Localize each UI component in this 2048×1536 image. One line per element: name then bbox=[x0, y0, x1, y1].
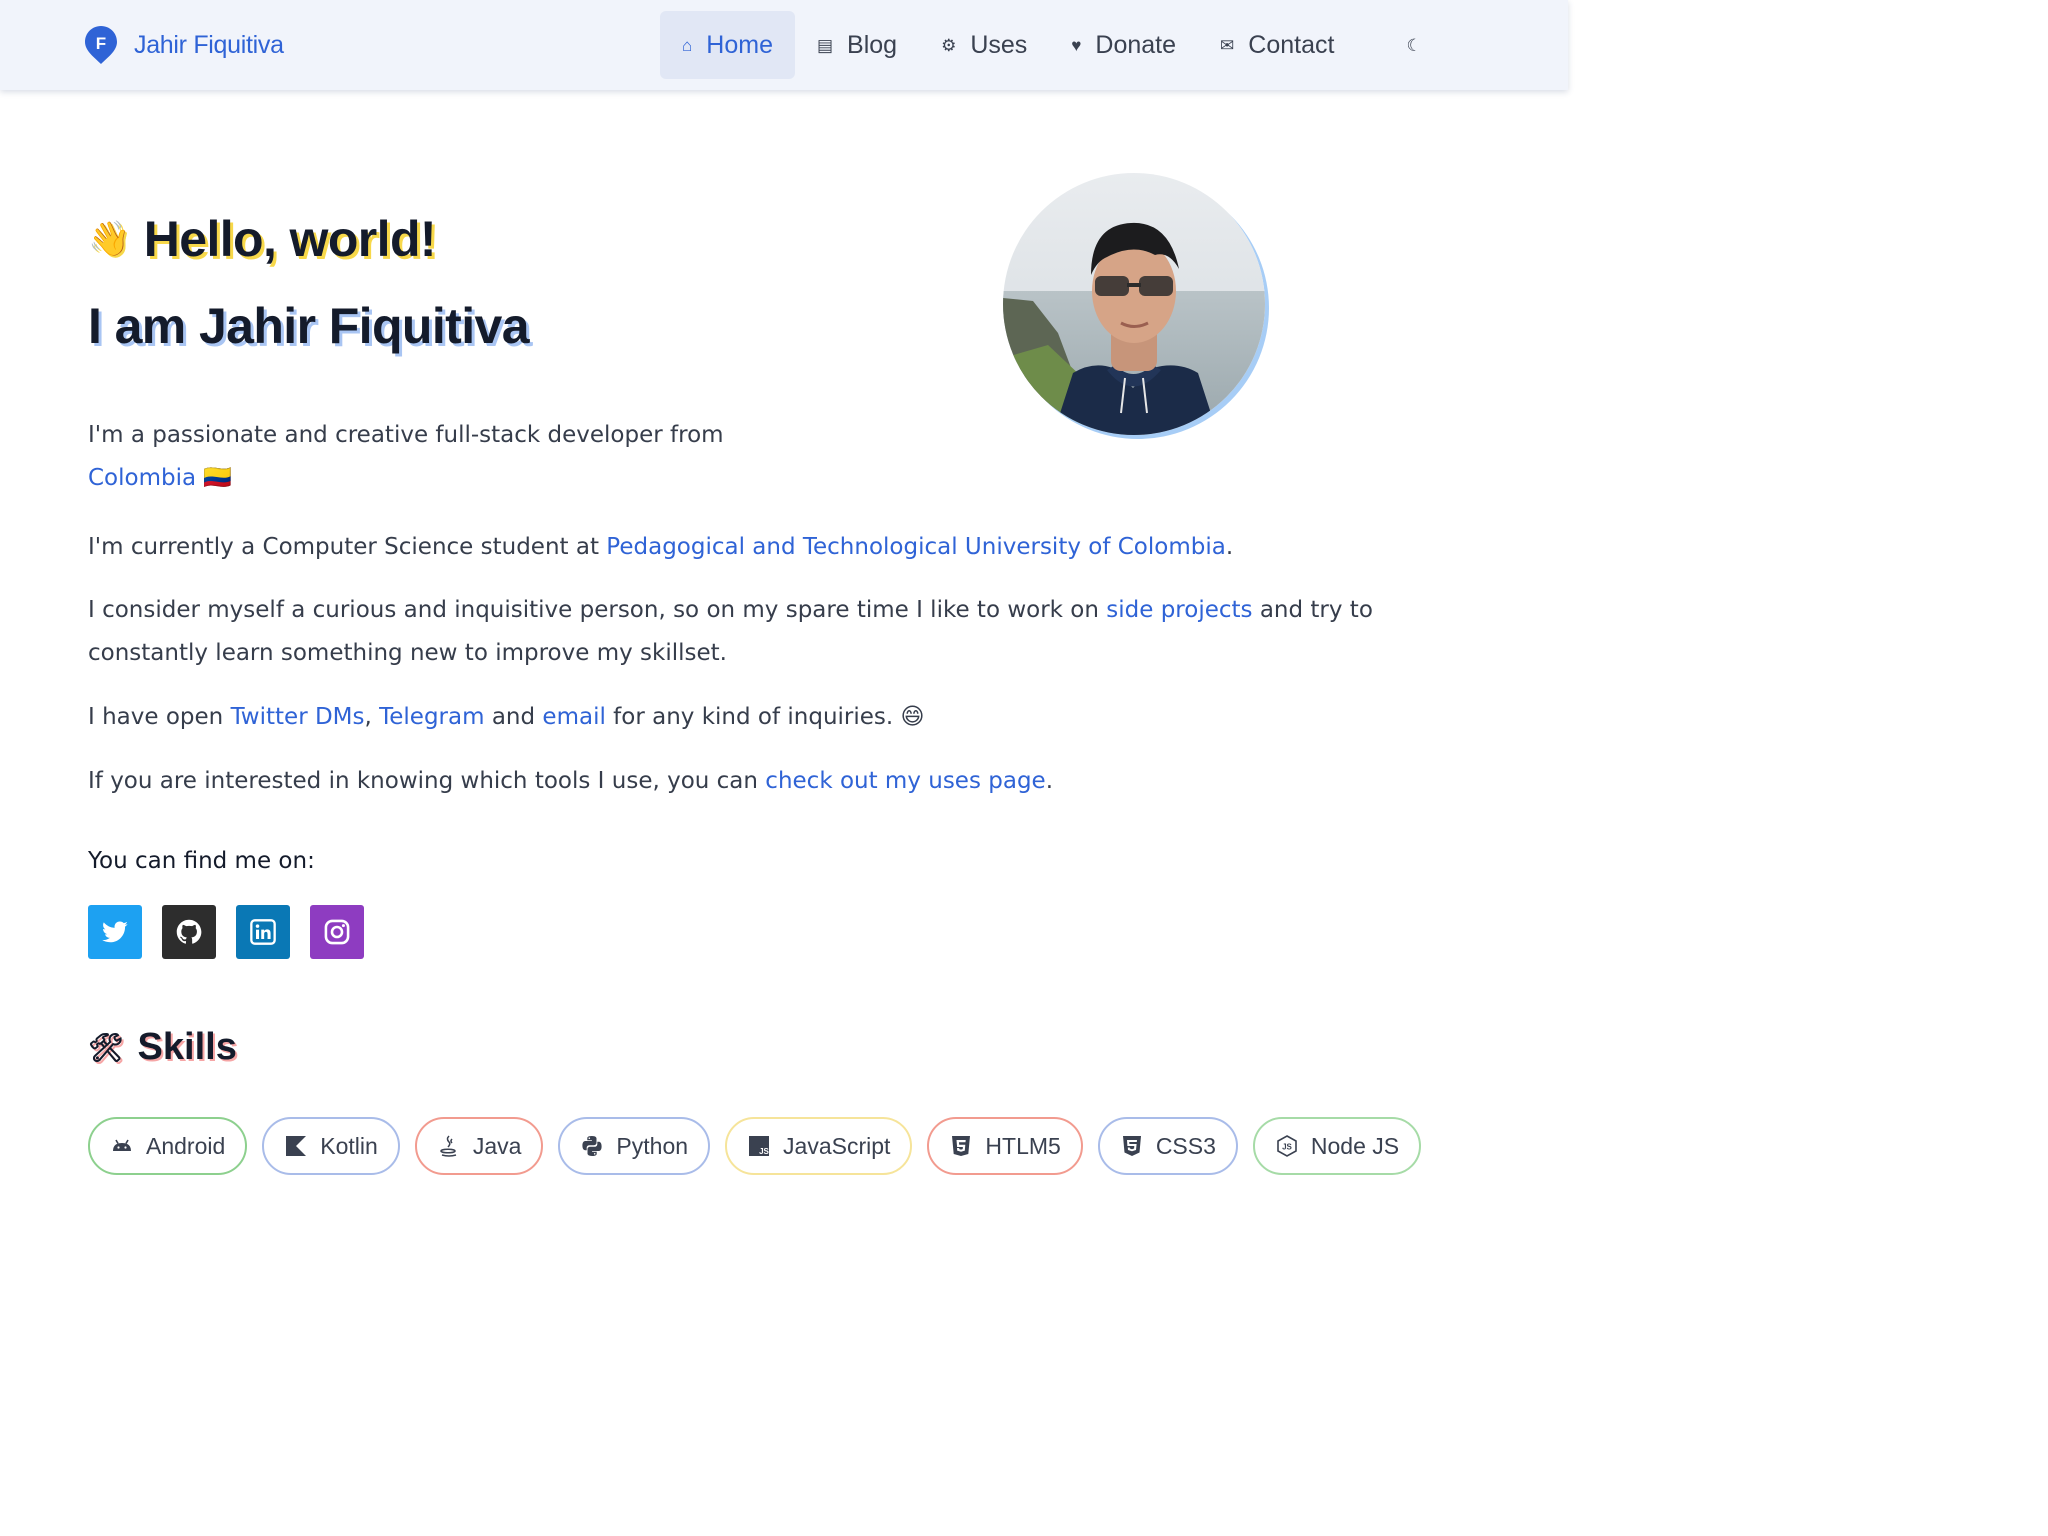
uses-page-link[interactable]: check out my uses page bbox=[765, 768, 1045, 794]
theme-toggle-icon: ☾ bbox=[1406, 35, 1422, 55]
skill-chip-python: Python bbox=[558, 1117, 711, 1175]
nav-label: Blog bbox=[847, 30, 898, 59]
nav-label: Uses bbox=[970, 30, 1028, 59]
university-link[interactable]: Pedagogical and Technological University… bbox=[606, 534, 1226, 560]
skill-chip-nodejs: JS Node JS bbox=[1252, 1117, 1422, 1175]
skill-label: Kotlin bbox=[320, 1132, 378, 1159]
nav-uses[interactable]: ⚙ Uses bbox=[919, 11, 1049, 79]
skills-title: 🛠 Skills bbox=[88, 1026, 237, 1069]
tools-emoji-icon: 🛠 bbox=[88, 1032, 124, 1063]
document-icon: ▤ bbox=[816, 35, 834, 55]
telegram-link[interactable]: Telegram bbox=[379, 704, 484, 730]
skill-chip-kotlin: Kotlin bbox=[262, 1117, 400, 1175]
about-contact-text-b: for any kind of inquiries. bbox=[605, 704, 901, 730]
svg-text:JS: JS bbox=[1282, 1143, 1292, 1152]
avatar bbox=[1003, 173, 1265, 435]
about-contact-and: and bbox=[484, 704, 543, 730]
linkedin-icon bbox=[250, 919, 276, 945]
about-curious: I consider myself a curious and inquisit… bbox=[88, 589, 1408, 675]
nav-contact[interactable]: ✉ Contact bbox=[1198, 11, 1356, 79]
about-study-end: . bbox=[1225, 534, 1234, 560]
email-link[interactable]: email bbox=[542, 704, 605, 730]
skill-chip-css3: CSS3 bbox=[1097, 1117, 1238, 1175]
linkedin-button[interactable] bbox=[236, 905, 290, 959]
android-icon bbox=[113, 1139, 131, 1151]
profile-photo bbox=[1003, 173, 1265, 435]
skills-title-text: Skills bbox=[137, 1026, 237, 1068]
site-header: F Jahir Fiquitiva ⌂ Home ▤ Blog ⚙ Uses ♥… bbox=[0, 0, 1568, 90]
about-contact: I have open Twitter DMs, Telegram and em… bbox=[88, 696, 1388, 739]
about-uses-text: If you are interested in knowing which t… bbox=[88, 768, 766, 794]
about-study: I'm currently a Computer Science student… bbox=[88, 526, 1388, 569]
instagram-icon bbox=[324, 919, 350, 945]
tools-icon: ⚙ bbox=[941, 35, 957, 55]
home-icon: ⌂ bbox=[682, 35, 693, 55]
hero-title-text: Hello, world! bbox=[143, 211, 437, 267]
python-icon bbox=[582, 1136, 603, 1156]
twitter-dms-link[interactable]: Twitter DMs bbox=[231, 704, 365, 730]
java-icon bbox=[440, 1135, 457, 1157]
wave-icon: 👋 bbox=[88, 220, 130, 258]
github-icon bbox=[176, 919, 202, 944]
heart-icon: ♥ bbox=[1071, 35, 1082, 55]
nav-donate[interactable]: ♥ Donate bbox=[1049, 11, 1198, 79]
about-uses: If you are interested in knowing which t… bbox=[88, 760, 1388, 803]
about-study-text: I'm currently a Computer Science student… bbox=[88, 534, 607, 560]
skill-label: Node JS bbox=[1310, 1132, 1400, 1159]
about-origin: I'm a passionate and creative full-stack… bbox=[88, 414, 768, 500]
skill-chip-java: Java bbox=[414, 1117, 544, 1175]
about-origin-text: I'm a passionate and creative full-stack… bbox=[88, 422, 724, 448]
theme-toggle-button[interactable]: ☾ bbox=[1384, 11, 1443, 79]
skill-label: Android bbox=[146, 1132, 226, 1159]
svg-text:JS: JS bbox=[759, 1147, 769, 1156]
main-nav: ⌂ Home ▤ Blog ⚙ Uses ♥ Donate ✉ Contact … bbox=[660, 11, 1444, 79]
brand-name: Jahir Fiquitiva bbox=[134, 30, 284, 59]
skills-list: Android Kotlin Java Python JS JavaScript… bbox=[88, 1117, 1422, 1175]
skill-label: Python bbox=[616, 1132, 689, 1159]
skill-label: HTLM5 bbox=[985, 1132, 1061, 1159]
pin-logo-icon: F bbox=[85, 26, 117, 64]
colombia-link[interactable]: Colombia 🇨🇴 bbox=[88, 465, 232, 491]
css3-icon bbox=[1122, 1136, 1141, 1156]
about-uses-end: . bbox=[1045, 768, 1054, 794]
nav-home[interactable]: ⌂ Home bbox=[660, 11, 795, 79]
skill-label: Java bbox=[472, 1132, 522, 1159]
brand-home-link[interactable]: F Jahir Fiquitiva bbox=[84, 24, 284, 66]
skill-chip-javascript: JS JavaScript bbox=[725, 1117, 913, 1175]
svg-text:F: F bbox=[96, 34, 106, 53]
twitter-button[interactable] bbox=[88, 905, 142, 959]
skill-label: CSS3 bbox=[1155, 1132, 1216, 1159]
hero-title: 👋 Hello, world! bbox=[88, 210, 437, 268]
social-links bbox=[88, 905, 364, 959]
nav-blog[interactable]: ▤ Blog bbox=[795, 11, 919, 79]
nav-label: Contact bbox=[1248, 30, 1335, 59]
about-curious-text-a: I consider myself a curious and inquisit… bbox=[88, 597, 1107, 623]
smile-icon: 😄 bbox=[900, 704, 925, 730]
find-me-title: You can find me on: bbox=[88, 848, 315, 874]
kotlin-icon bbox=[286, 1136, 307, 1156]
mail-icon: ✉ bbox=[1220, 35, 1235, 55]
about-contact-text-a: I have open bbox=[88, 704, 231, 730]
nav-label: Donate bbox=[1095, 30, 1177, 59]
side-projects-link[interactable]: side projects bbox=[1106, 597, 1252, 623]
javascript-icon: JS bbox=[749, 1136, 770, 1156]
nav-label: Home bbox=[706, 30, 773, 59]
skill-chip-android: Android bbox=[88, 1117, 248, 1175]
github-button[interactable] bbox=[162, 905, 216, 959]
nodejs-icon: JS bbox=[1277, 1135, 1297, 1157]
html5-icon bbox=[952, 1136, 971, 1156]
about-contact-comma: , bbox=[364, 704, 380, 730]
skill-label: JavaScript bbox=[783, 1132, 891, 1159]
instagram-button[interactable] bbox=[310, 905, 364, 959]
twitter-icon bbox=[102, 921, 128, 943]
skill-chip-html5: HTLM5 bbox=[927, 1117, 1083, 1175]
hero-subtitle: I am Jahir Fiquitiva bbox=[88, 298, 530, 354]
